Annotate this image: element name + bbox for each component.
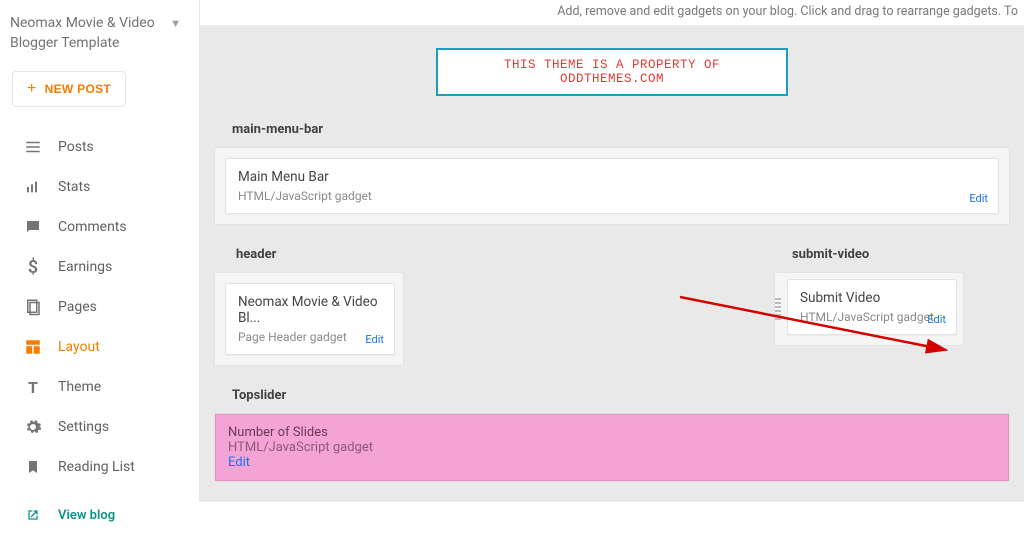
panel-header: Neomax Movie & Video Bl... Page Header g… <box>214 272 404 366</box>
view-blog-link[interactable]: View blog <box>0 495 199 535</box>
edit-link[interactable]: Edit <box>365 333 384 346</box>
section-label-topslider: Topslider <box>214 378 1010 413</box>
sidebar-item-label: Settings <box>58 419 109 435</box>
gear-icon <box>24 418 42 436</box>
panel-mainmenu: Main Menu Bar HTML/JavaScript gadget Edi… <box>214 147 1010 225</box>
section-label-submit: submit-video <box>774 237 964 272</box>
posts-icon <box>24 138 42 156</box>
layout-icon <box>24 338 42 356</box>
stats-icon <box>24 178 42 196</box>
sidebar-item-label: Theme <box>58 379 101 395</box>
gadget-title: Main Menu Bar <box>238 169 986 185</box>
plus-icon: + <box>27 80 37 98</box>
sidebar-item-label: Posts <box>58 139 94 155</box>
theme-property-banner: THIS THEME IS A PROPERTY OF ODDTHEMES.CO… <box>436 48 788 96</box>
gadget-title: Neomax Movie & Video Bl... <box>238 294 382 326</box>
panel-topslider: Number of Slides HTML/JavaScript gadget … <box>214 413 1010 482</box>
new-post-button[interactable]: + NEW POST <box>12 71 126 107</box>
sidebar-item-label: Layout <box>58 339 100 355</box>
sidebar-item-pages[interactable]: Pages <box>0 287 199 327</box>
open-external-icon <box>24 506 42 524</box>
sidebar: Neomax Movie & Video Blogger Template ▼ … <box>0 0 200 502</box>
site-title[interactable]: Neomax Movie & Video Blogger Template <box>10 14 170 53</box>
gadget-title: Number of Slides <box>228 425 996 440</box>
bookmark-icon <box>24 458 42 476</box>
gadget-header[interactable]: Neomax Movie & Video Bl... Page Header g… <box>225 283 395 355</box>
gadget-subtitle: HTML/JavaScript gadget <box>238 189 986 203</box>
gadget-topslider[interactable]: Number of Slides HTML/JavaScript gadget … <box>215 414 1009 481</box>
pages-icon <box>24 298 42 316</box>
edit-link[interactable]: Edit <box>927 313 946 326</box>
edit-link[interactable]: Edit <box>228 455 250 470</box>
sidebar-item-label: Pages <box>58 299 97 315</box>
new-post-label: NEW POST <box>45 82 111 96</box>
view-blog-label: View blog <box>58 508 115 523</box>
sidebar-item-stats[interactable]: Stats <box>0 167 199 207</box>
sidebar-item-settings[interactable]: Settings <box>0 407 199 447</box>
panel-submit-video: Submit Video HTML/JavaScript gadget Edit <box>774 272 964 346</box>
sidebar-item-layout[interactable]: Layout <box>0 327 199 367</box>
sidebar-item-earnings[interactable]: $ Earnings <box>0 247 199 287</box>
gadget-subtitle: HTML/JavaScript gadget <box>228 440 996 455</box>
layout-hint-text: Add, remove and edit gadgets on your blo… <box>200 0 1024 26</box>
comments-icon <box>24 218 42 236</box>
drag-handle-icon[interactable] <box>773 273 783 345</box>
sidebar-nav: Posts Stats Comments $ Earnings Pages La… <box>0 127 199 487</box>
earnings-icon: $ <box>24 258 42 276</box>
chevron-down-icon[interactable]: ▼ <box>170 14 181 30</box>
sidebar-item-label: Comments <box>58 219 127 235</box>
sidebar-item-theme[interactable]: T Theme <box>0 367 199 407</box>
gadget-title: Submit Video <box>800 290 944 306</box>
gadget-subtitle: Page Header gadget <box>238 330 382 344</box>
main-content: Add, remove and edit gadgets on your blo… <box>200 0 1024 502</box>
sidebar-item-label: Earnings <box>58 259 112 275</box>
sidebar-item-posts[interactable]: Posts <box>0 127 199 167</box>
edit-link[interactable]: Edit <box>969 192 988 205</box>
gadget-mainmenu[interactable]: Main Menu Bar HTML/JavaScript gadget Edi… <box>225 158 999 214</box>
section-label-header: header <box>214 237 404 272</box>
sidebar-item-reading-list[interactable]: Reading List <box>0 447 199 487</box>
sidebar-item-comments[interactable]: Comments <box>0 207 199 247</box>
gadget-subtitle: HTML/JavaScript gadget <box>800 310 944 324</box>
sidebar-item-label: Stats <box>58 179 90 195</box>
gadget-submit-video[interactable]: Submit Video HTML/JavaScript gadget Edit <box>787 279 957 335</box>
sidebar-item-label: Reading List <box>58 459 135 475</box>
section-label-mainmenu: main-menu-bar <box>214 112 1010 147</box>
theme-icon: T <box>24 378 42 396</box>
